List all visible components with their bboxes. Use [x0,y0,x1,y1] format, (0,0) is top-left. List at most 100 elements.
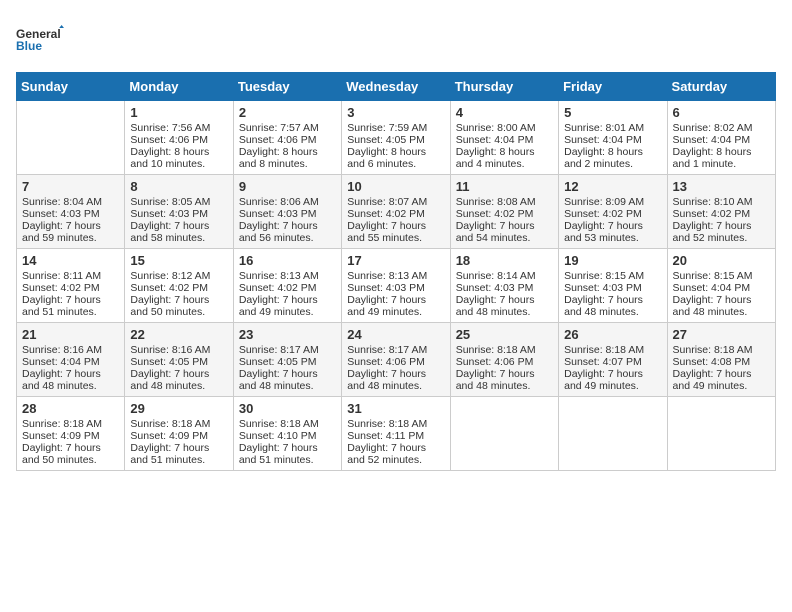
sunrise: Sunrise: 8:18 AM [456,344,536,356]
sunrise: Sunrise: 8:12 AM [130,270,210,282]
calendar-cell: 19 Sunrise: 8:15 AM Sunset: 4:03 PM Dayl… [559,249,667,323]
daylight: Daylight: 7 hours and 53 minutes. [564,220,643,244]
sunset: Sunset: 4:04 PM [673,282,751,294]
day-number: 24 [347,327,444,342]
weekday-monday: Monday [125,73,233,101]
calendar-cell: 8 Sunrise: 8:05 AM Sunset: 4:03 PM Dayli… [125,175,233,249]
calendar-cell: 11 Sunrise: 8:08 AM Sunset: 4:02 PM Dayl… [450,175,558,249]
calendar-cell: 22 Sunrise: 8:16 AM Sunset: 4:05 PM Dayl… [125,323,233,397]
sunrise: Sunrise: 8:11 AM [22,270,101,282]
calendar-cell: 16 Sunrise: 8:13 AM Sunset: 4:02 PM Dayl… [233,249,341,323]
day-number: 2 [239,105,336,120]
daylight: Daylight: 7 hours and 48 minutes. [239,368,318,392]
daylight: Daylight: 7 hours and 48 minutes. [22,368,101,392]
weekday-header-row: SundayMondayTuesdayWednesdayThursdayFrid… [17,73,776,101]
day-number: 29 [130,401,227,416]
sunrise: Sunrise: 8:15 AM [673,270,753,282]
calendar-cell: 1 Sunrise: 7:56 AM Sunset: 4:06 PM Dayli… [125,101,233,175]
day-number: 31 [347,401,444,416]
sunset: Sunset: 4:02 PM [564,208,642,220]
day-number: 13 [673,179,770,194]
daylight: Daylight: 8 hours and 4 minutes. [456,146,535,170]
sunset: Sunset: 4:04 PM [22,356,100,368]
sunrise: Sunrise: 8:18 AM [564,344,644,356]
calendar-cell [450,397,558,471]
daylight: Daylight: 7 hours and 52 minutes. [347,442,426,466]
calendar-cell: 30 Sunrise: 8:18 AM Sunset: 4:10 PM Dayl… [233,397,341,471]
calendar-cell: 26 Sunrise: 8:18 AM Sunset: 4:07 PM Dayl… [559,323,667,397]
day-number: 7 [22,179,119,194]
calendar-cell: 28 Sunrise: 8:18 AM Sunset: 4:09 PM Dayl… [17,397,125,471]
daylight: Daylight: 7 hours and 48 minutes. [456,368,535,392]
day-number: 14 [22,253,119,268]
calendar-cell: 25 Sunrise: 8:18 AM Sunset: 4:06 PM Dayl… [450,323,558,397]
day-number: 15 [130,253,227,268]
daylight: Daylight: 7 hours and 51 minutes. [239,442,318,466]
sunrise: Sunrise: 7:59 AM [347,122,427,134]
day-number: 16 [239,253,336,268]
sunset: Sunset: 4:04 PM [564,134,642,146]
sunrise: Sunrise: 8:18 AM [347,418,427,430]
sunrise: Sunrise: 8:05 AM [130,196,210,208]
sunset: Sunset: 4:03 PM [564,282,642,294]
sunset: Sunset: 4:11 PM [347,430,424,442]
calendar-cell: 12 Sunrise: 8:09 AM Sunset: 4:02 PM Dayl… [559,175,667,249]
calendar-cell: 15 Sunrise: 8:12 AM Sunset: 4:02 PM Dayl… [125,249,233,323]
day-number: 11 [456,179,553,194]
calendar-cell: 13 Sunrise: 8:10 AM Sunset: 4:02 PM Dayl… [667,175,775,249]
day-number: 23 [239,327,336,342]
calendar-cell: 17 Sunrise: 8:13 AM Sunset: 4:03 PM Dayl… [342,249,450,323]
daylight: Daylight: 7 hours and 51 minutes. [130,442,209,466]
sunrise: Sunrise: 8:17 AM [239,344,319,356]
calendar-cell: 10 Sunrise: 8:07 AM Sunset: 4:02 PM Dayl… [342,175,450,249]
daylight: Daylight: 7 hours and 48 minutes. [564,294,643,318]
daylight: Daylight: 7 hours and 49 minutes. [239,294,318,318]
svg-text:Blue: Blue [16,39,42,53]
day-number: 8 [130,179,227,194]
sunset: Sunset: 4:02 PM [130,282,208,294]
daylight: Daylight: 7 hours and 48 minutes. [347,368,426,392]
daylight: Daylight: 7 hours and 49 minutes. [564,368,643,392]
calendar-cell [667,397,775,471]
sunset: Sunset: 4:03 PM [239,208,317,220]
logo-svg: General Blue [16,16,64,64]
daylight: Daylight: 8 hours and 10 minutes. [130,146,209,170]
sunrise: Sunrise: 8:18 AM [130,418,210,430]
calendar-week-2: 14 Sunrise: 8:11 AM Sunset: 4:02 PM Dayl… [17,249,776,323]
daylight: Daylight: 8 hours and 6 minutes. [347,146,426,170]
daylight: Daylight: 7 hours and 58 minutes. [130,220,209,244]
sunset: Sunset: 4:06 PM [130,134,208,146]
calendar-cell: 2 Sunrise: 7:57 AM Sunset: 4:06 PM Dayli… [233,101,341,175]
sunrise: Sunrise: 8:18 AM [239,418,319,430]
sunset: Sunset: 4:08 PM [673,356,751,368]
weekday-saturday: Saturday [667,73,775,101]
sunrise: Sunrise: 8:14 AM [456,270,536,282]
day-number: 20 [673,253,770,268]
sunset: Sunset: 4:10 PM [239,430,317,442]
sunrise: Sunrise: 8:04 AM [22,196,102,208]
sunset: Sunset: 4:03 PM [22,208,100,220]
sunset: Sunset: 4:06 PM [239,134,317,146]
day-number: 30 [239,401,336,416]
calendar-cell: 21 Sunrise: 8:16 AM Sunset: 4:04 PM Dayl… [17,323,125,397]
daylight: Daylight: 7 hours and 54 minutes. [456,220,535,244]
sunset: Sunset: 4:02 PM [239,282,317,294]
sunset: Sunset: 4:06 PM [347,356,425,368]
calendar-week-3: 21 Sunrise: 8:16 AM Sunset: 4:04 PM Dayl… [17,323,776,397]
calendar-cell: 27 Sunrise: 8:18 AM Sunset: 4:08 PM Dayl… [667,323,775,397]
sunset: Sunset: 4:06 PM [456,356,534,368]
sunset: Sunset: 4:05 PM [130,356,208,368]
day-number: 18 [456,253,553,268]
sunrise: Sunrise: 7:56 AM [130,122,210,134]
calendar-cell: 4 Sunrise: 8:00 AM Sunset: 4:04 PM Dayli… [450,101,558,175]
daylight: Daylight: 7 hours and 55 minutes. [347,220,426,244]
sunset: Sunset: 4:05 PM [239,356,317,368]
weekday-wednesday: Wednesday [342,73,450,101]
sunrise: Sunrise: 8:15 AM [564,270,644,282]
calendar-cell: 7 Sunrise: 8:04 AM Sunset: 4:03 PM Dayli… [17,175,125,249]
weekday-sunday: Sunday [17,73,125,101]
daylight: Daylight: 7 hours and 56 minutes. [239,220,318,244]
calendar-cell: 6 Sunrise: 8:02 AM Sunset: 4:04 PM Dayli… [667,101,775,175]
calendar-cell: 18 Sunrise: 8:14 AM Sunset: 4:03 PM Dayl… [450,249,558,323]
sunset: Sunset: 4:03 PM [347,282,425,294]
